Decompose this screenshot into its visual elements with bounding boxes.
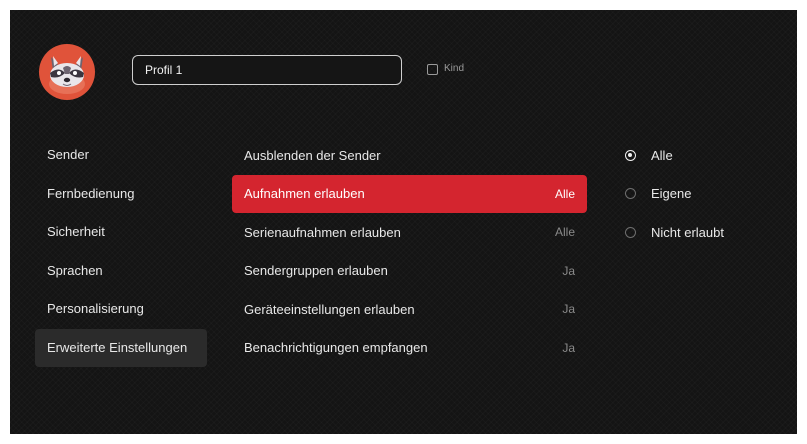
tv-settings-screen: Profil 1 Kind Sender Fernbedienung Siche… bbox=[10, 10, 797, 434]
setting-label: Benachrichtigungen empfangen bbox=[244, 340, 428, 356]
setting-value: Ja bbox=[562, 340, 575, 355]
setting-label: Ausblenden der Sender bbox=[244, 147, 381, 163]
setting-label: Geräteeinstellungen erlauben bbox=[244, 301, 415, 317]
radio-unchecked-icon bbox=[625, 188, 636, 200]
raccoon-avatar-icon[interactable] bbox=[39, 44, 95, 100]
nav-item-erweiterte-einstellungen[interactable]: Erweiterte Einstellungen bbox=[35, 328, 207, 367]
nav-item-sicherheit[interactable]: Sicherheit bbox=[35, 213, 207, 252]
nav-item-sprachen[interactable]: Sprachen bbox=[35, 252, 207, 291]
setting-row-ausblenden-der-sender[interactable]: Ausblenden der Sender bbox=[232, 136, 587, 175]
radio-option-eigene[interactable]: Eigene bbox=[625, 175, 785, 214]
radio-option-nicht-erlaubt[interactable]: Nicht erlaubt bbox=[625, 213, 785, 252]
kind-label: Kind bbox=[444, 63, 465, 74]
radio-label: Alle bbox=[651, 147, 673, 163]
kind-checkbox[interactable] bbox=[427, 64, 438, 75]
setting-label: Serienaufnahmen erlauben bbox=[244, 224, 401, 240]
setting-value: Ja bbox=[562, 302, 575, 317]
settings-category-nav: Sender Fernbedienung Sicherheit Sprachen… bbox=[35, 136, 207, 367]
settings-list: Ausblenden der Sender Aufnahmen erlauben… bbox=[232, 136, 587, 367]
radio-unchecked-icon bbox=[625, 226, 636, 238]
setting-row-benachrichtigungen-empfangen[interactable]: Benachrichtigungen empfangen Ja bbox=[232, 329, 587, 368]
radio-label: Eigene bbox=[651, 186, 692, 202]
setting-row-aufnahmen-erlauben[interactable]: Aufnahmen erlauben Alle bbox=[232, 174, 587, 213]
setting-value: Alle bbox=[554, 186, 575, 201]
nav-item-personalisierung[interactable]: Personalisierung bbox=[35, 290, 207, 329]
setting-label: Aufnahmen erlauben bbox=[244, 186, 365, 202]
radio-label: Nicht erlaubt bbox=[651, 224, 724, 240]
nav-item-sender[interactable]: Sender bbox=[35, 136, 207, 175]
setting-row-serienaufnahmen-erlauben[interactable]: Serienaufnahmen erlauben Alle bbox=[232, 213, 587, 252]
setting-row-sendergruppen-erlauben[interactable]: Sendergruppen erlauben Ja bbox=[232, 252, 587, 291]
radio-option-alle[interactable]: Alle bbox=[625, 136, 785, 175]
nav-item-fernbedienung[interactable]: Fernbedienung bbox=[35, 175, 207, 214]
setting-value: Alle bbox=[554, 225, 575, 240]
radio-checked-icon bbox=[625, 149, 636, 161]
setting-value: Ja bbox=[562, 263, 575, 278]
setting-label: Sendergruppen erlauben bbox=[244, 263, 388, 279]
profile-name-field[interactable]: Profil 1 bbox=[132, 55, 402, 85]
setting-row-geraeteeinstellungen-erlauben[interactable]: Geräteeinstellungen erlauben Ja bbox=[232, 290, 587, 329]
option-radio-group: Alle Eigene Nicht erlaubt bbox=[625, 136, 785, 252]
